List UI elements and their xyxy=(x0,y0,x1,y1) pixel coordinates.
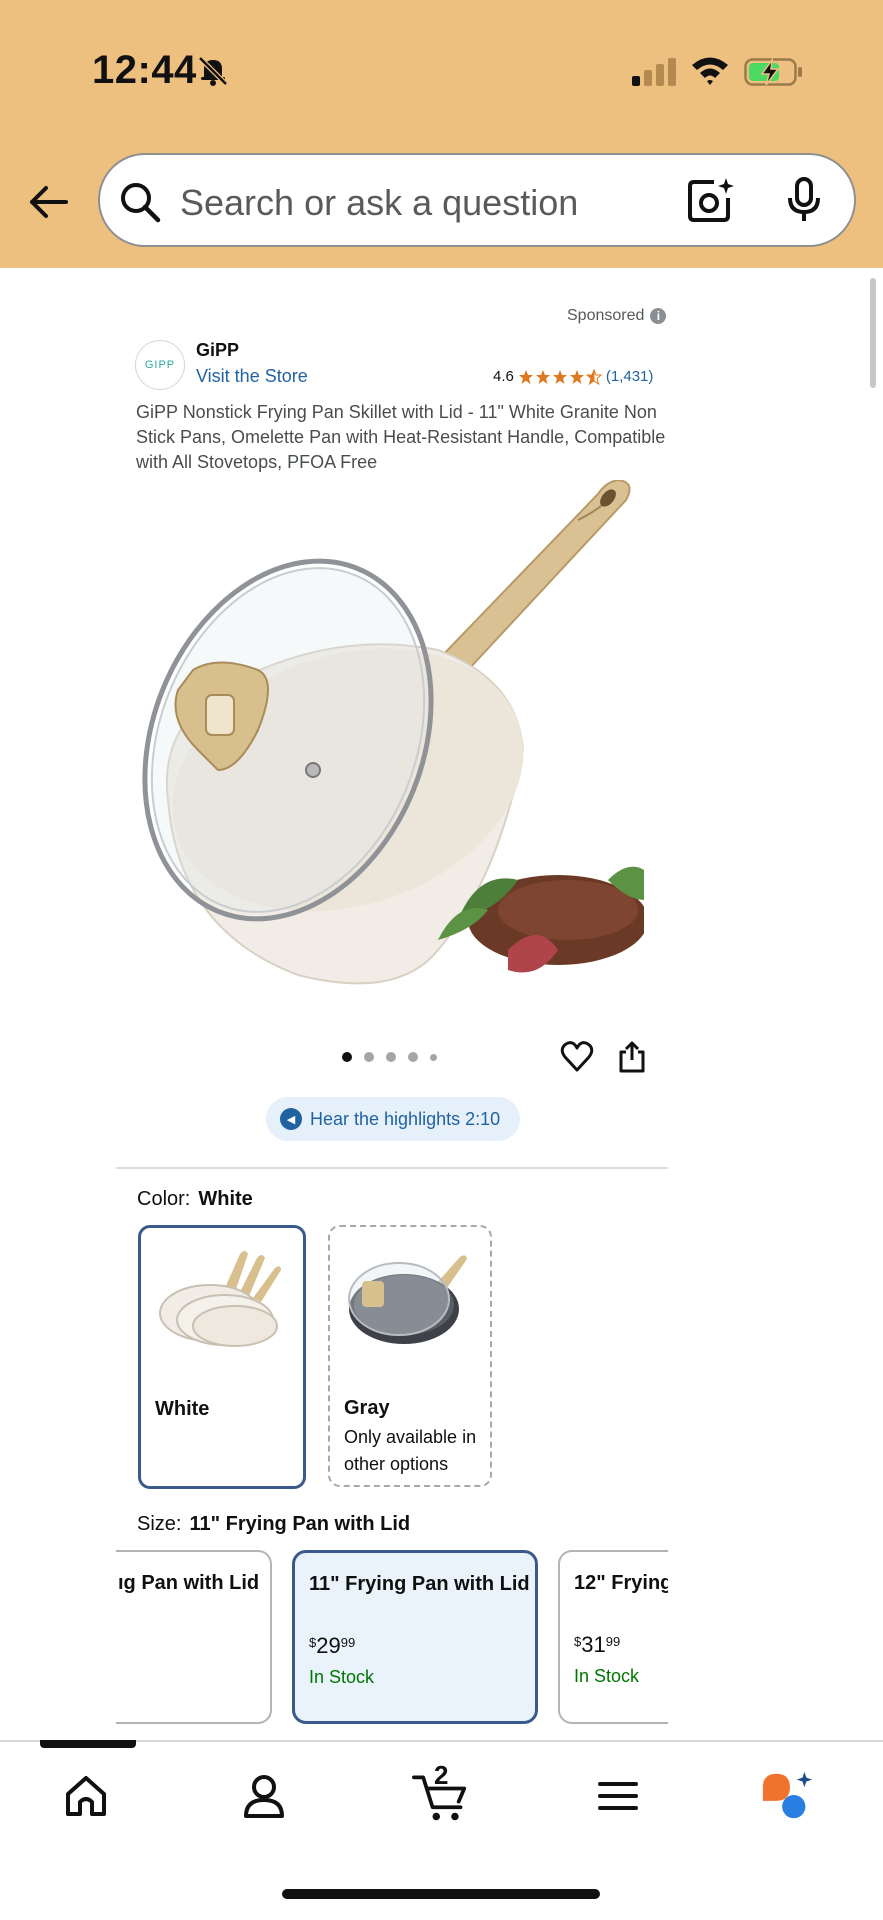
nav-rufus[interactable] xyxy=(760,1768,816,1824)
price-fraction: 99 xyxy=(605,1634,621,1649)
product-page: 12:44 Search or ask a question Sponsored… xyxy=(0,0,883,1920)
hear-highlights-label: Hear the highlights 2:10 xyxy=(310,1108,501,1129)
menu-icon xyxy=(598,1782,638,1810)
cart-count: 2 xyxy=(434,1760,449,1790)
sponsored-label[interactable]: Sponsored i xyxy=(567,307,667,325)
gray-pan-image xyxy=(348,1255,467,1344)
size-option-price: $3199 xyxy=(574,1632,620,1658)
image-carousel-dots[interactable] xyxy=(342,1052,437,1062)
share-icon[interactable] xyxy=(616,1040,648,1074)
price-symbol: $ xyxy=(309,1635,317,1650)
white-pans-image xyxy=(159,1251,281,1347)
price-fraction: 99 xyxy=(340,1635,356,1650)
size-option-stock: In Stock xyxy=(309,1667,375,1687)
size-label-text: Size: xyxy=(137,1513,182,1535)
back-button[interactable] xyxy=(24,178,72,226)
price-whole: 31 xyxy=(581,1632,606,1657)
divider xyxy=(116,1167,668,1169)
carousel-dot[interactable] xyxy=(430,1053,437,1061)
color-option-name: White xyxy=(155,1398,210,1420)
star-half-icon xyxy=(585,368,602,385)
nav-active-indicator xyxy=(40,1740,136,1748)
color-option-note: Only available in other options xyxy=(344,1427,477,1474)
rating-value: 4.6 xyxy=(493,368,514,385)
brand-name: GiPP xyxy=(196,340,240,360)
size-option-price: $2999 xyxy=(309,1633,355,1659)
search-icon xyxy=(121,183,161,223)
size-options-carousel[interactable]: ıg Pan with Lid 11" Frying Pan with Lid … xyxy=(116,1548,668,1728)
status-time: 12:44 xyxy=(92,48,197,92)
star-rating xyxy=(518,368,602,385)
nav-account[interactable] xyxy=(236,1768,292,1824)
brand-logo[interactable]: GIPP xyxy=(135,340,185,390)
star-full-icon xyxy=(535,369,550,384)
size-selected-value: 11" Frying Pan with Lid xyxy=(189,1513,411,1535)
carousel-dot[interactable] xyxy=(342,1052,352,1062)
hear-highlights-button[interactable]: ◀︎ Hear the highlights 2:10 xyxy=(266,1097,520,1141)
carousel-dot[interactable] xyxy=(386,1052,396,1062)
size-option-card-selected[interactable]: 11" Frying Pan with Lid $2999 In Stock xyxy=(292,1550,538,1724)
rating-row[interactable]: 4.6 (1,431) xyxy=(493,368,653,385)
signal-icon xyxy=(632,58,676,86)
visit-store-link[interactable]: Visit the Store xyxy=(196,366,308,387)
battery-charging-icon xyxy=(744,57,802,86)
size-option-title: 11" Frying Pan with Lid xyxy=(309,1573,530,1595)
wifi-icon xyxy=(692,57,728,85)
back-arrow-icon xyxy=(30,186,68,218)
search-input[interactable]: Search or ask a question xyxy=(180,182,578,224)
size-option-stock: In Stock xyxy=(574,1666,640,1686)
account-icon xyxy=(244,1775,284,1818)
nav-home[interactable] xyxy=(58,1768,114,1824)
product-image[interactable] xyxy=(138,480,644,1000)
sponsored-text: Sponsored xyxy=(567,307,645,324)
color-label: Color: White xyxy=(137,1188,253,1211)
home-icon xyxy=(66,1776,106,1816)
price-symbol: $ xyxy=(574,1634,582,1649)
microphone-icon[interactable] xyxy=(786,176,822,224)
bell-slash-icon xyxy=(198,56,228,86)
color-selected-value: White xyxy=(198,1188,253,1210)
home-indicator[interactable] xyxy=(282,1889,600,1899)
rufus-icon xyxy=(762,1771,813,1819)
size-option-card[interactable]: 12" Frying $3199 In Stock xyxy=(558,1550,668,1724)
star-full-icon xyxy=(569,369,584,384)
color-label-text: Color: xyxy=(137,1188,191,1210)
star-full-icon xyxy=(518,369,533,384)
rating-count: (1,431) xyxy=(605,368,654,385)
color-option-name: Gray xyxy=(344,1397,390,1419)
size-option-card[interactable]: ıg Pan with Lid xyxy=(116,1550,272,1724)
color-option-gray[interactable]: Gray Only available in other options xyxy=(328,1225,492,1487)
size-label: Size: 11" Frying Pan with Lid xyxy=(137,1513,410,1536)
heart-icon[interactable] xyxy=(560,1040,594,1074)
price-whole: 29 xyxy=(316,1633,341,1658)
carousel-dot[interactable] xyxy=(408,1052,418,1062)
carousel-dot[interactable] xyxy=(364,1052,374,1062)
scrollbar[interactable] xyxy=(870,278,876,388)
color-option-white[interactable]: White xyxy=(138,1225,306,1489)
nav-menu[interactable] xyxy=(590,1768,646,1824)
camera-sparkle-icon[interactable] xyxy=(686,176,736,224)
product-title[interactable]: GiPP Nonstick Frying Pan Skillet with Li… xyxy=(136,400,666,475)
audio-play-icon: ◀︎ xyxy=(280,1108,302,1130)
size-option-title: ıg Pan with Lid xyxy=(118,1572,260,1594)
size-option-title: 12" Frying xyxy=(574,1572,668,1594)
info-icon: i xyxy=(650,308,667,324)
star-full-icon xyxy=(552,369,567,384)
